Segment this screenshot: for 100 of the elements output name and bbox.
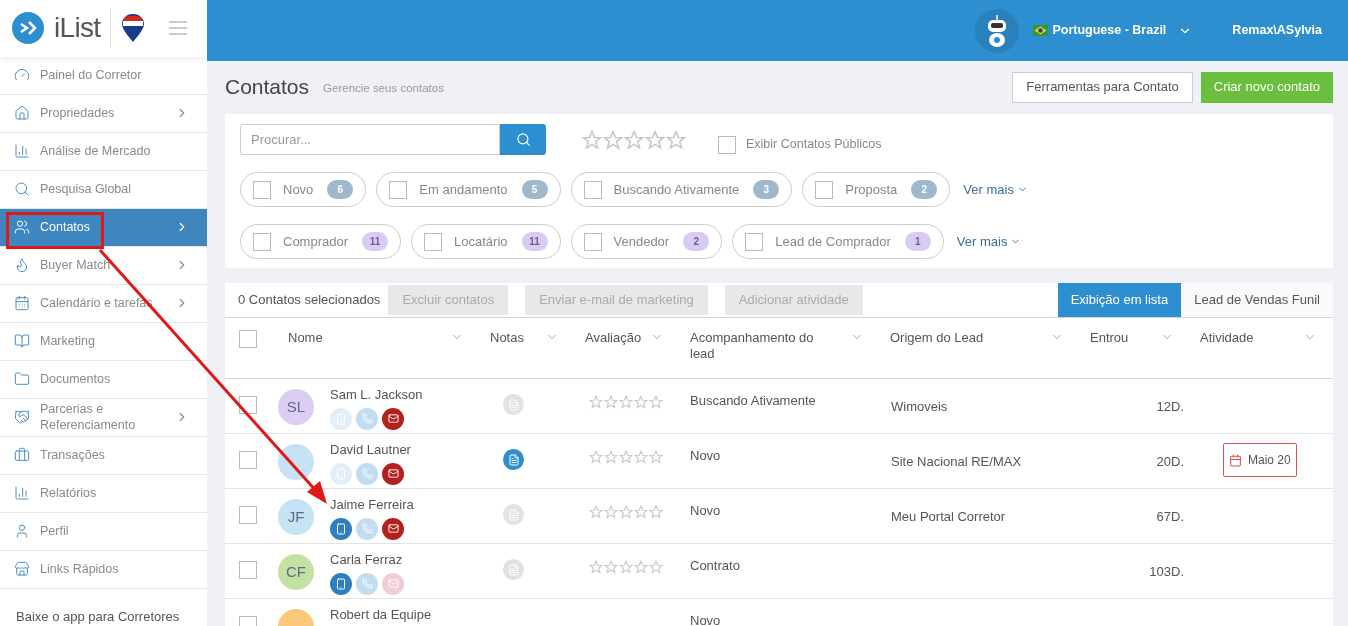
count-badge: 3: [753, 180, 780, 199]
sidebar-item[interactable]: Parcerias e Referenciamento: [0, 398, 207, 437]
sidebar-label: Contatos: [40, 219, 92, 235]
app-download-text: Baixe o app para Corretores: [15, 607, 181, 626]
email-button[interactable]: [382, 462, 404, 485]
sidebar-item[interactable]: Links Rápidos: [0, 550, 207, 589]
contact-name[interactable]: Carla Ferraz: [330, 550, 404, 570]
sidebar-item[interactable]: Propriedades: [0, 94, 207, 133]
create-button[interactable]: Criar novo contato: [1200, 71, 1333, 103]
avatar: CF: [278, 554, 314, 590]
contact-name[interactable]: Robert da Equipe: [330, 605, 432, 625]
mobile-button[interactable]: [330, 572, 352, 595]
checkbox[interactable]: [239, 330, 257, 348]
bar-chart-icon: [14, 143, 30, 159]
column-header[interactable]: Notas: [490, 330, 524, 346]
checkbox[interactable]: [239, 451, 257, 469]
contact-name[interactable]: Sam L. Jackson: [330, 385, 423, 405]
count-badge: 6: [327, 180, 354, 199]
see-more-link[interactable]: Ver mais: [963, 179, 1028, 200]
document-icon: [507, 563, 520, 576]
language-selector[interactable]: Portuguese - Brazil: [1033, 21, 1193, 40]
column-header[interactable]: Entrou: [1090, 330, 1129, 346]
star-icon: [589, 450, 603, 464]
star-icon: [634, 450, 648, 464]
sidebar-item[interactable]: Análise de Mercado: [0, 132, 207, 171]
column-header[interactable]: Atividade: [1200, 330, 1254, 346]
mobile-button[interactable]: [330, 517, 352, 540]
sidebar-item[interactable]: Documentos: [0, 360, 207, 399]
sidebar-item[interactable]: Buyer Match: [0, 246, 207, 285]
tools-button[interactable]: Ferramentas para Contato: [1012, 71, 1193, 103]
menu-icon[interactable]: [169, 21, 188, 36]
email-button[interactable]: [382, 517, 404, 540]
bar-chart-icon: [14, 485, 30, 501]
star-icon: [619, 505, 633, 519]
lead-source: Site Nacional RE/MAX: [891, 454, 1022, 469]
checkbox[interactable]: [815, 180, 834, 199]
star-icon: [589, 560, 603, 574]
sidebar-label: Marketing: [40, 333, 96, 349]
star-icon: [666, 129, 686, 150]
bulk-action-button[interactable]: Adicionar atividade: [724, 285, 863, 315]
sidebar-label: Propriedades: [40, 105, 116, 121]
star-icon: [603, 129, 623, 150]
mail-icon: [387, 413, 399, 424]
bulk-action-button[interactable]: Enviar e-mail de marketing: [525, 285, 708, 315]
bulk-action-button[interactable]: Excluir contatos: [388, 285, 509, 315]
document-icon: [507, 398, 520, 411]
checkbox[interactable]: [583, 232, 602, 251]
column-header[interactable]: Origem do Lead: [890, 330, 984, 346]
star-icon: [589, 505, 603, 519]
checkbox[interactable]: [253, 180, 271, 199]
checkbox[interactable]: [239, 561, 257, 579]
column-header[interactable]: Acompanhamento do lead: [690, 330, 840, 362]
sidebar-item[interactable]: Transações: [0, 436, 207, 475]
calendar-icon: [14, 295, 30, 311]
column-header[interactable]: Nome: [288, 330, 323, 346]
activity-date-button[interactable]: Maio 20: [1223, 443, 1297, 477]
user-name[interactable]: Remax\ASylvia: [1232, 21, 1322, 40]
folder-icon: [14, 371, 30, 387]
gauge-icon: [14, 67, 30, 83]
sidebar-label: Transações: [40, 447, 106, 463]
phone-icon: [361, 468, 373, 479]
search-button[interactable]: [500, 124, 546, 155]
count-badge: 11: [362, 232, 389, 251]
see-more-link[interactable]: Ver mais: [956, 231, 1022, 252]
checkbox[interactable]: [583, 180, 602, 199]
checkbox[interactable]: [745, 232, 764, 251]
star-icon: [634, 560, 648, 574]
sidebar-item[interactable]: Perfil: [0, 512, 207, 551]
sidebar-label: Pesquisa Global: [40, 181, 133, 197]
view-tab[interactable]: Exibição em lista: [1057, 283, 1182, 317]
contact-name[interactable]: David Lautner: [330, 440, 411, 460]
mail-icon: [387, 578, 399, 589]
sidebar-item[interactable]: Pesquisa Global: [0, 170, 207, 209]
email-button[interactable]: [382, 407, 404, 430]
star-icon: [649, 450, 663, 464]
lead-stage: Novo: [690, 448, 721, 463]
checkbox[interactable]: [239, 506, 257, 524]
mobile-icon: [335, 412, 347, 425]
robot-icon[interactable]: [975, 8, 1020, 53]
mobile-icon: [335, 467, 347, 480]
checkbox[interactable]: [389, 180, 408, 199]
checkbox[interactable]: [253, 232, 271, 251]
public-contacts-label: Exibir Contatos Públicos: [746, 136, 882, 154]
view-tab[interactable]: Lead de Vendas Funil: [1181, 283, 1333, 317]
search-field[interactable]: Procurar...: [240, 124, 500, 155]
contact-name[interactable]: Jaime Ferreira: [330, 495, 414, 515]
notes-icon[interactable]: [503, 449, 524, 470]
sidebar-item[interactable]: Relatórios: [0, 474, 207, 513]
star-rating[interactable]: [582, 129, 686, 150]
sidebar-item[interactable]: Marketing: [0, 322, 207, 361]
sidebar-label: Painel do Corretor: [40, 67, 143, 83]
column-header[interactable]: Avaliação: [585, 330, 642, 346]
checkbox[interactable]: [718, 135, 736, 154]
star-icon: [619, 450, 633, 464]
checkbox[interactable]: [424, 232, 443, 251]
sidebar-item[interactable]: Painel do Corretor: [0, 56, 207, 95]
count-badge: 11: [521, 232, 548, 251]
star-icon: [604, 395, 618, 409]
document-icon: [507, 508, 520, 521]
sidebar-label: Documentos: [40, 371, 112, 387]
